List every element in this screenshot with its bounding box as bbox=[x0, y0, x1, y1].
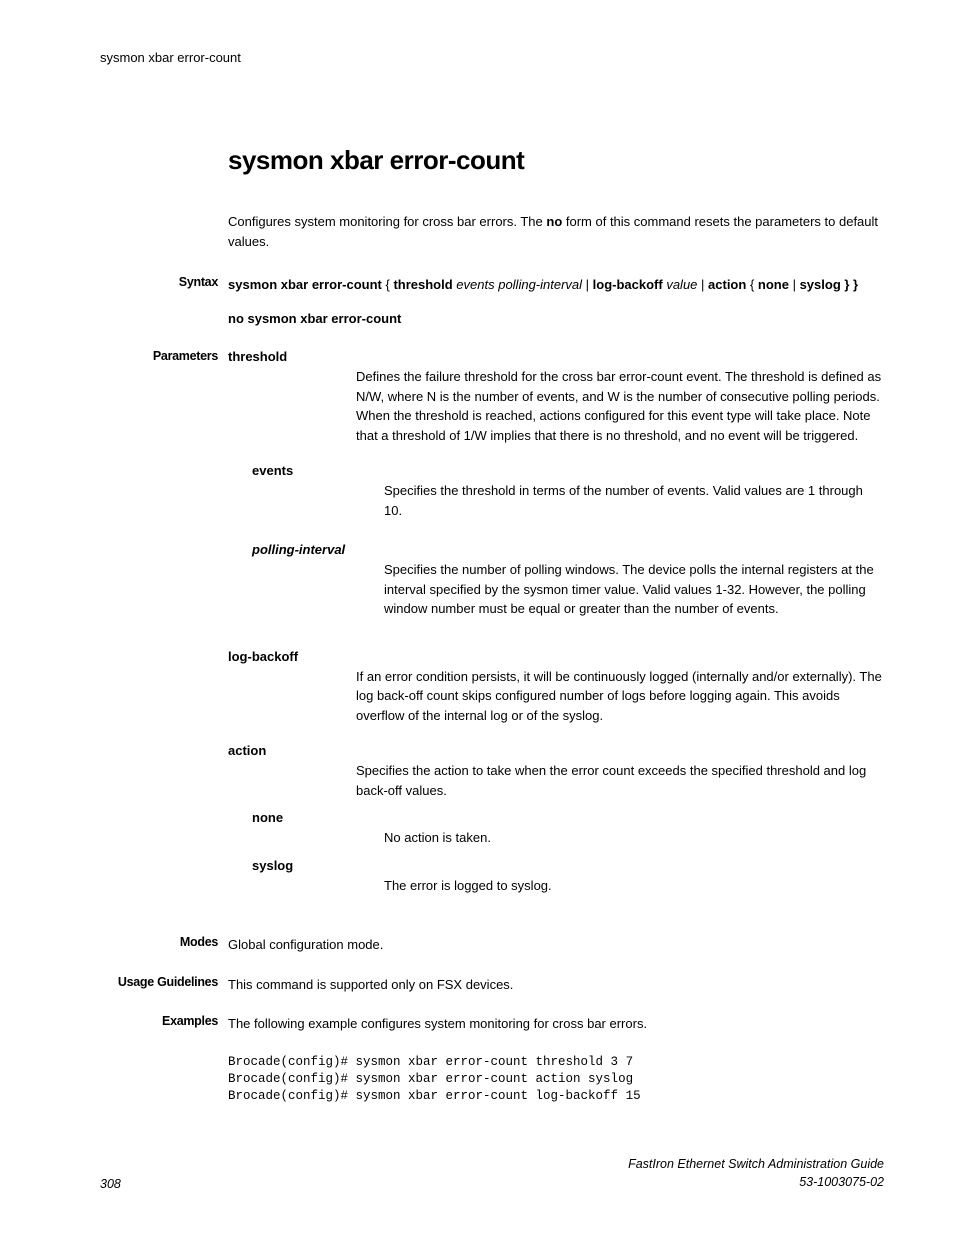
param-polling-name: polling-interval bbox=[252, 542, 360, 619]
param-logbackoff-name: log-backoff bbox=[228, 649, 356, 726]
parameters-section: Parameters threshold Defines the failure… bbox=[228, 349, 884, 895]
footer-guide-title: FastIron Ethernet Switch Administration … bbox=[628, 1156, 884, 1174]
syntax-no-form: no sysmon xbar error-count bbox=[228, 309, 884, 329]
param-logbackoff-desc: If an error condition persists, it will … bbox=[356, 649, 884, 726]
label-modes: Modes bbox=[100, 935, 218, 949]
syntax-brace2: { bbox=[746, 277, 758, 292]
examples-section: Examples The following example configure… bbox=[228, 1014, 884, 1104]
syntax-brace1: { bbox=[382, 277, 394, 292]
syntax-pipe1: | bbox=[582, 277, 593, 292]
param-none-desc: No action is taken. bbox=[360, 810, 884, 848]
param-polling-desc: Specifies the number of polling windows.… bbox=[360, 542, 884, 619]
syntax-threshold: threshold bbox=[393, 277, 452, 292]
param-polling: polling-interval Specifies the number of… bbox=[252, 542, 884, 619]
syntax-line: sysmon xbar error-count { threshold even… bbox=[228, 275, 884, 295]
param-syslog-desc: The error is logged to syslog. bbox=[360, 858, 884, 896]
param-syslog: syslog The error is logged to syslog. bbox=[252, 858, 884, 896]
page-footer: 308 FastIron Ethernet Switch Administrat… bbox=[100, 1156, 884, 1191]
usage-section: Usage Guidelines This command is support… bbox=[228, 975, 884, 995]
syntax-pipe3: | bbox=[789, 277, 800, 292]
examples-intro: The following example configures system … bbox=[228, 1014, 884, 1034]
content-column: sysmon xbar error-count Configures syste… bbox=[100, 145, 884, 1104]
modes-section: Modes Global configuration mode. bbox=[228, 935, 884, 955]
footer-doc-number: 53-1003075-02 bbox=[628, 1174, 884, 1192]
param-events-name: events bbox=[252, 463, 360, 520]
syntax-cmd: sysmon xbar error-count bbox=[228, 277, 382, 292]
running-header: sysmon xbar error-count bbox=[100, 50, 884, 65]
code-block: Brocade(config)# sysmon xbar error-count… bbox=[228, 1054, 884, 1105]
desc-bold-no: no bbox=[546, 214, 562, 229]
modes-text: Global configuration mode. bbox=[228, 935, 884, 955]
syntax-syslog: syslog bbox=[800, 277, 841, 292]
label-parameters: Parameters bbox=[100, 349, 218, 363]
param-threshold-name: threshold bbox=[228, 349, 356, 445]
param-events: events Specifies the threshold in terms … bbox=[252, 463, 884, 520]
syntax-value: value bbox=[663, 277, 698, 292]
param-threshold-desc: Defines the failure threshold for the cr… bbox=[356, 349, 884, 445]
syntax-pipe2: | bbox=[697, 277, 708, 292]
label-usage: Usage Guidelines bbox=[100, 975, 218, 989]
syntax-close: } } bbox=[841, 277, 858, 292]
param-threshold: threshold Defines the failure threshold … bbox=[228, 349, 884, 445]
param-action-desc: Specifies the action to take when the er… bbox=[356, 743, 884, 800]
page-number: 308 bbox=[100, 1177, 121, 1191]
syntax-logbackoff: log-backoff bbox=[593, 277, 663, 292]
param-action-name: action bbox=[228, 743, 356, 800]
desc-pre: Configures system monitoring for cross b… bbox=[228, 214, 546, 229]
label-examples: Examples bbox=[100, 1014, 218, 1028]
syntax-none: none bbox=[758, 277, 789, 292]
param-none-name: none bbox=[252, 810, 360, 848]
command-description: Configures system monitoring for cross b… bbox=[228, 212, 884, 251]
footer-right: FastIron Ethernet Switch Administration … bbox=[628, 1156, 884, 1191]
page-container: sysmon xbar error-count sysmon xbar erro… bbox=[0, 0, 954, 1235]
param-syslog-name: syslog bbox=[252, 858, 360, 896]
param-logbackoff: log-backoff If an error condition persis… bbox=[228, 649, 884, 726]
syntax-section: Syntax sysmon xbar error-count { thresho… bbox=[228, 275, 884, 329]
syntax-events: events polling-interval bbox=[453, 277, 582, 292]
param-events-desc: Specifies the threshold in terms of the … bbox=[360, 463, 884, 520]
syntax-action: action bbox=[708, 277, 746, 292]
page-title: sysmon xbar error-count bbox=[228, 145, 884, 176]
label-syntax: Syntax bbox=[100, 275, 218, 289]
usage-text: This command is supported only on FSX de… bbox=[228, 975, 884, 995]
param-none: none No action is taken. bbox=[252, 810, 884, 848]
param-action: action Specifies the action to take when… bbox=[228, 743, 884, 800]
